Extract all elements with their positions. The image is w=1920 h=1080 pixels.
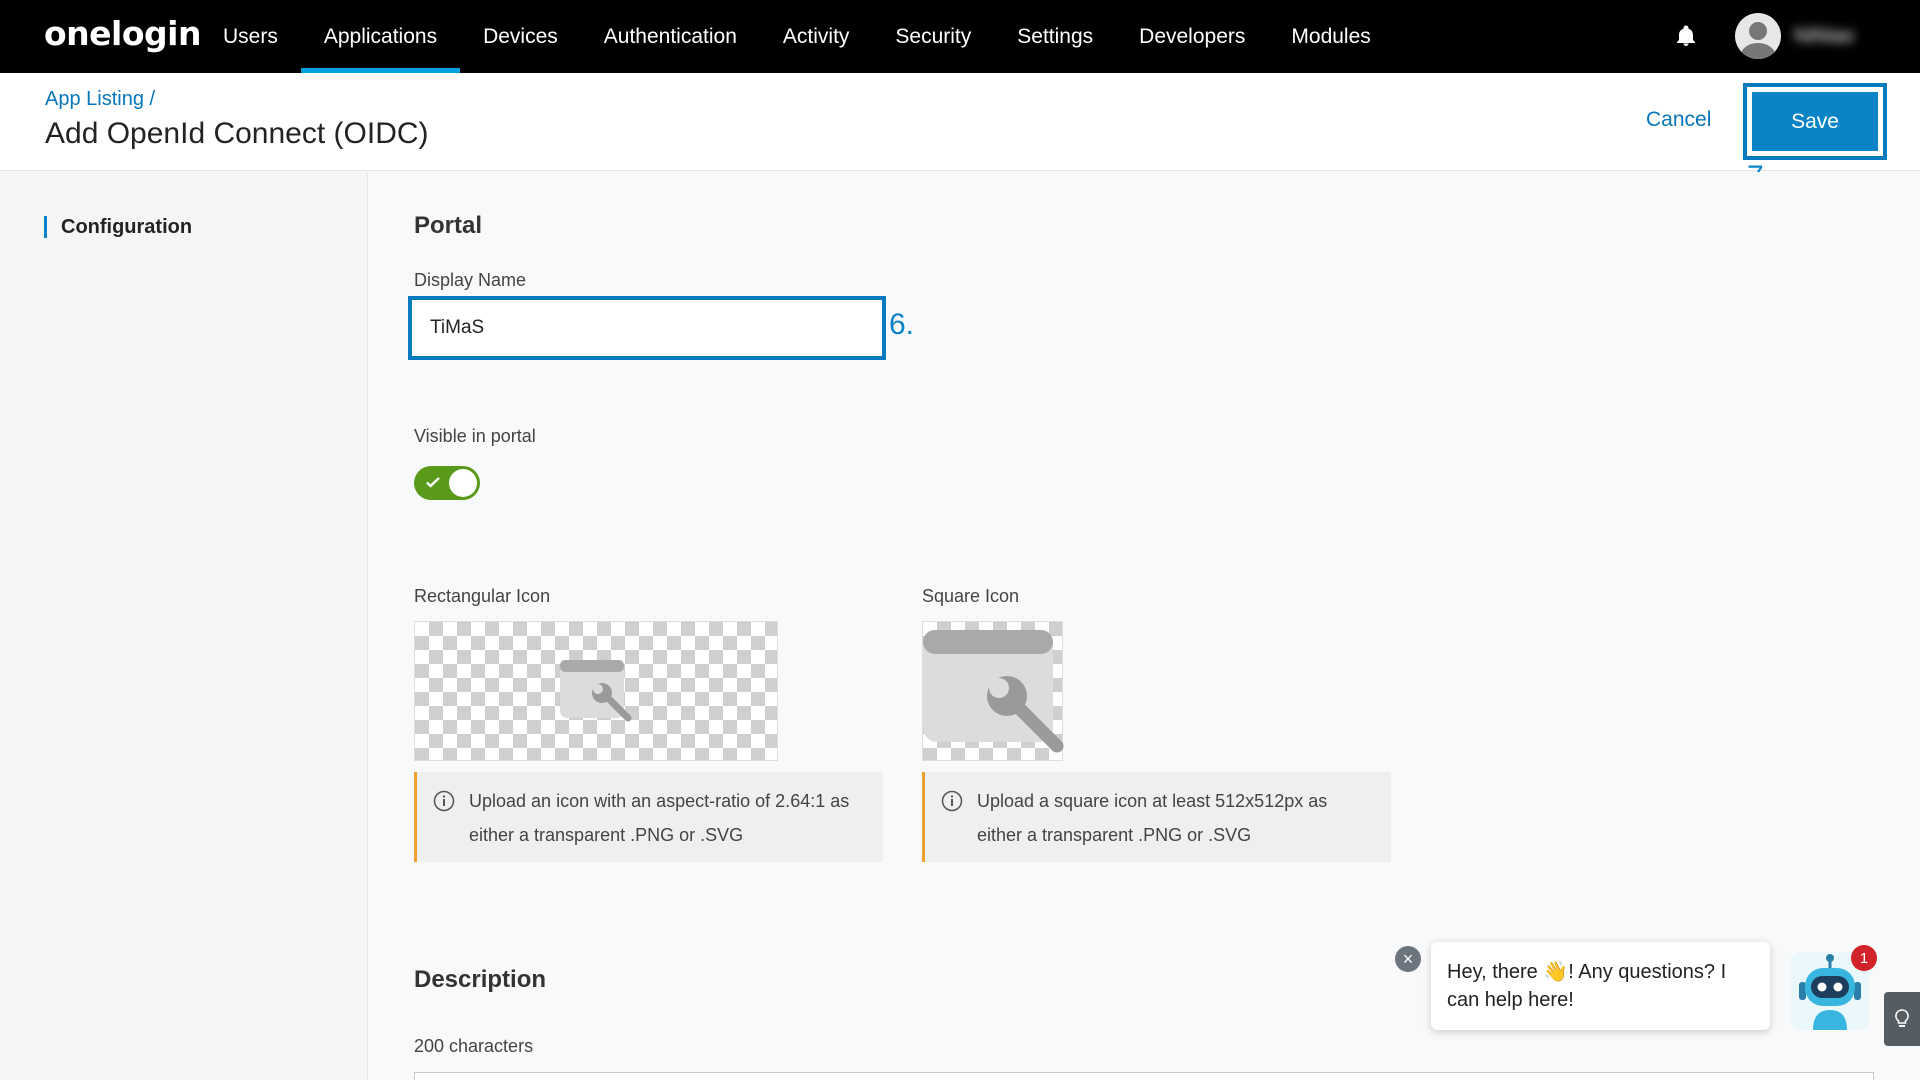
nav-item-authentication[interactable]: Authentication xyxy=(581,0,760,73)
notification-badge: 1 xyxy=(1851,945,1877,971)
close-icon: × xyxy=(1402,948,1414,969)
visible-in-portal-toggle[interactable] xyxy=(414,466,480,500)
nav-item-label: Users xyxy=(223,24,278,48)
toggle-knob xyxy=(449,469,477,497)
page-header: App Listing / Add OpenId Connect (OIDC) … xyxy=(0,73,1920,171)
save-button-highlight: Save xyxy=(1743,83,1887,160)
nav-menu: Users Applications Devices Authenticatio… xyxy=(200,0,1394,73)
description-textarea[interactable] xyxy=(414,1072,1874,1080)
app-wrench-icon xyxy=(560,660,632,722)
breadcrumb-app-listing[interactable]: App Listing / xyxy=(45,88,155,111)
section-title-description: Description xyxy=(414,966,547,993)
sidebar-item-configuration[interactable]: Configuration xyxy=(44,216,192,238)
nav-item-security[interactable]: Security xyxy=(872,0,994,73)
nav-item-modules[interactable]: Modules xyxy=(1268,0,1393,73)
nav-item-activity[interactable]: Activity xyxy=(760,0,873,73)
nav-item-label: Devices xyxy=(483,24,558,48)
nav-item-settings[interactable]: Settings xyxy=(994,0,1116,73)
lightbulb-icon xyxy=(1895,1009,1909,1027)
display-name-label: Display Name xyxy=(414,270,527,290)
nav-item-label: Activity xyxy=(782,24,850,48)
nav-item-label: Developers xyxy=(1139,24,1246,48)
username-blurred[interactable]: NiNiao xyxy=(1794,25,1864,47)
rectangular-icon-info: Upload an icon with an aspect-ratio of 2… xyxy=(414,772,883,862)
rectangular-icon-upload[interactable] xyxy=(414,621,778,761)
rectangular-icon-info-text: Upload an icon with an aspect-ratio of 2… xyxy=(469,791,850,845)
nav-item-label: Settings xyxy=(1017,24,1094,48)
square-icon-label: Square Icon xyxy=(922,586,1020,606)
user-avatar[interactable] xyxy=(1735,13,1781,59)
hint-tab[interactable] xyxy=(1884,992,1920,1046)
sidebar: Configuration xyxy=(0,172,368,1080)
info-icon xyxy=(433,790,455,812)
chat-bubble[interactable]: Hey, there 👋! Any questions? I can help … xyxy=(1431,942,1770,1030)
nav-item-label: Applications xyxy=(323,24,438,48)
nav-item-users[interactable]: Users xyxy=(200,0,301,73)
onelogin-logo[interactable]: onelogin xyxy=(44,14,201,53)
avatar-head xyxy=(1749,22,1767,40)
avatar-body xyxy=(1741,43,1775,59)
page-title: Add OpenId Connect (OIDC) xyxy=(45,117,429,150)
nav-item-devices[interactable]: Devices xyxy=(460,0,581,73)
nav-item-label: Modules xyxy=(1291,24,1371,48)
square-icon-info: Upload a square icon at least 512x512px … xyxy=(922,772,1391,862)
info-icon xyxy=(941,790,963,812)
display-name-input[interactable] xyxy=(412,300,882,356)
nav-item-developers[interactable]: Developers xyxy=(1116,0,1268,73)
nav-item-label: Security xyxy=(895,24,972,48)
save-button[interactable]: Save xyxy=(1752,92,1878,151)
cancel-button[interactable]: Cancel xyxy=(1646,108,1711,132)
section-title-portal: Portal xyxy=(414,212,483,239)
square-icon-info-text: Upload a square icon at least 512x512px … xyxy=(977,791,1328,845)
rectangular-icon-label: Rectangular Icon xyxy=(414,586,551,606)
check-icon xyxy=(426,477,440,488)
nav-item-applications[interactable]: Applications xyxy=(300,0,461,73)
bell-icon[interactable] xyxy=(1674,24,1698,48)
square-icon-upload[interactable] xyxy=(922,621,1064,761)
chat-message: Hey, there 👋! Any questions? I can help … xyxy=(1447,961,1727,1011)
top-nav-bar: onelogin Users Applications Devices Auth… xyxy=(0,0,1920,73)
app-wrench-icon xyxy=(923,630,1064,753)
display-name-highlight xyxy=(408,296,886,360)
nav-item-label: Authentication xyxy=(603,24,737,48)
visible-in-portal-label: Visible in portal xyxy=(414,426,536,446)
chat-close-button[interactable]: × xyxy=(1395,946,1421,972)
description-char-limit: 200 characters xyxy=(414,1036,534,1056)
step-annotation-6: 6. xyxy=(889,308,915,341)
